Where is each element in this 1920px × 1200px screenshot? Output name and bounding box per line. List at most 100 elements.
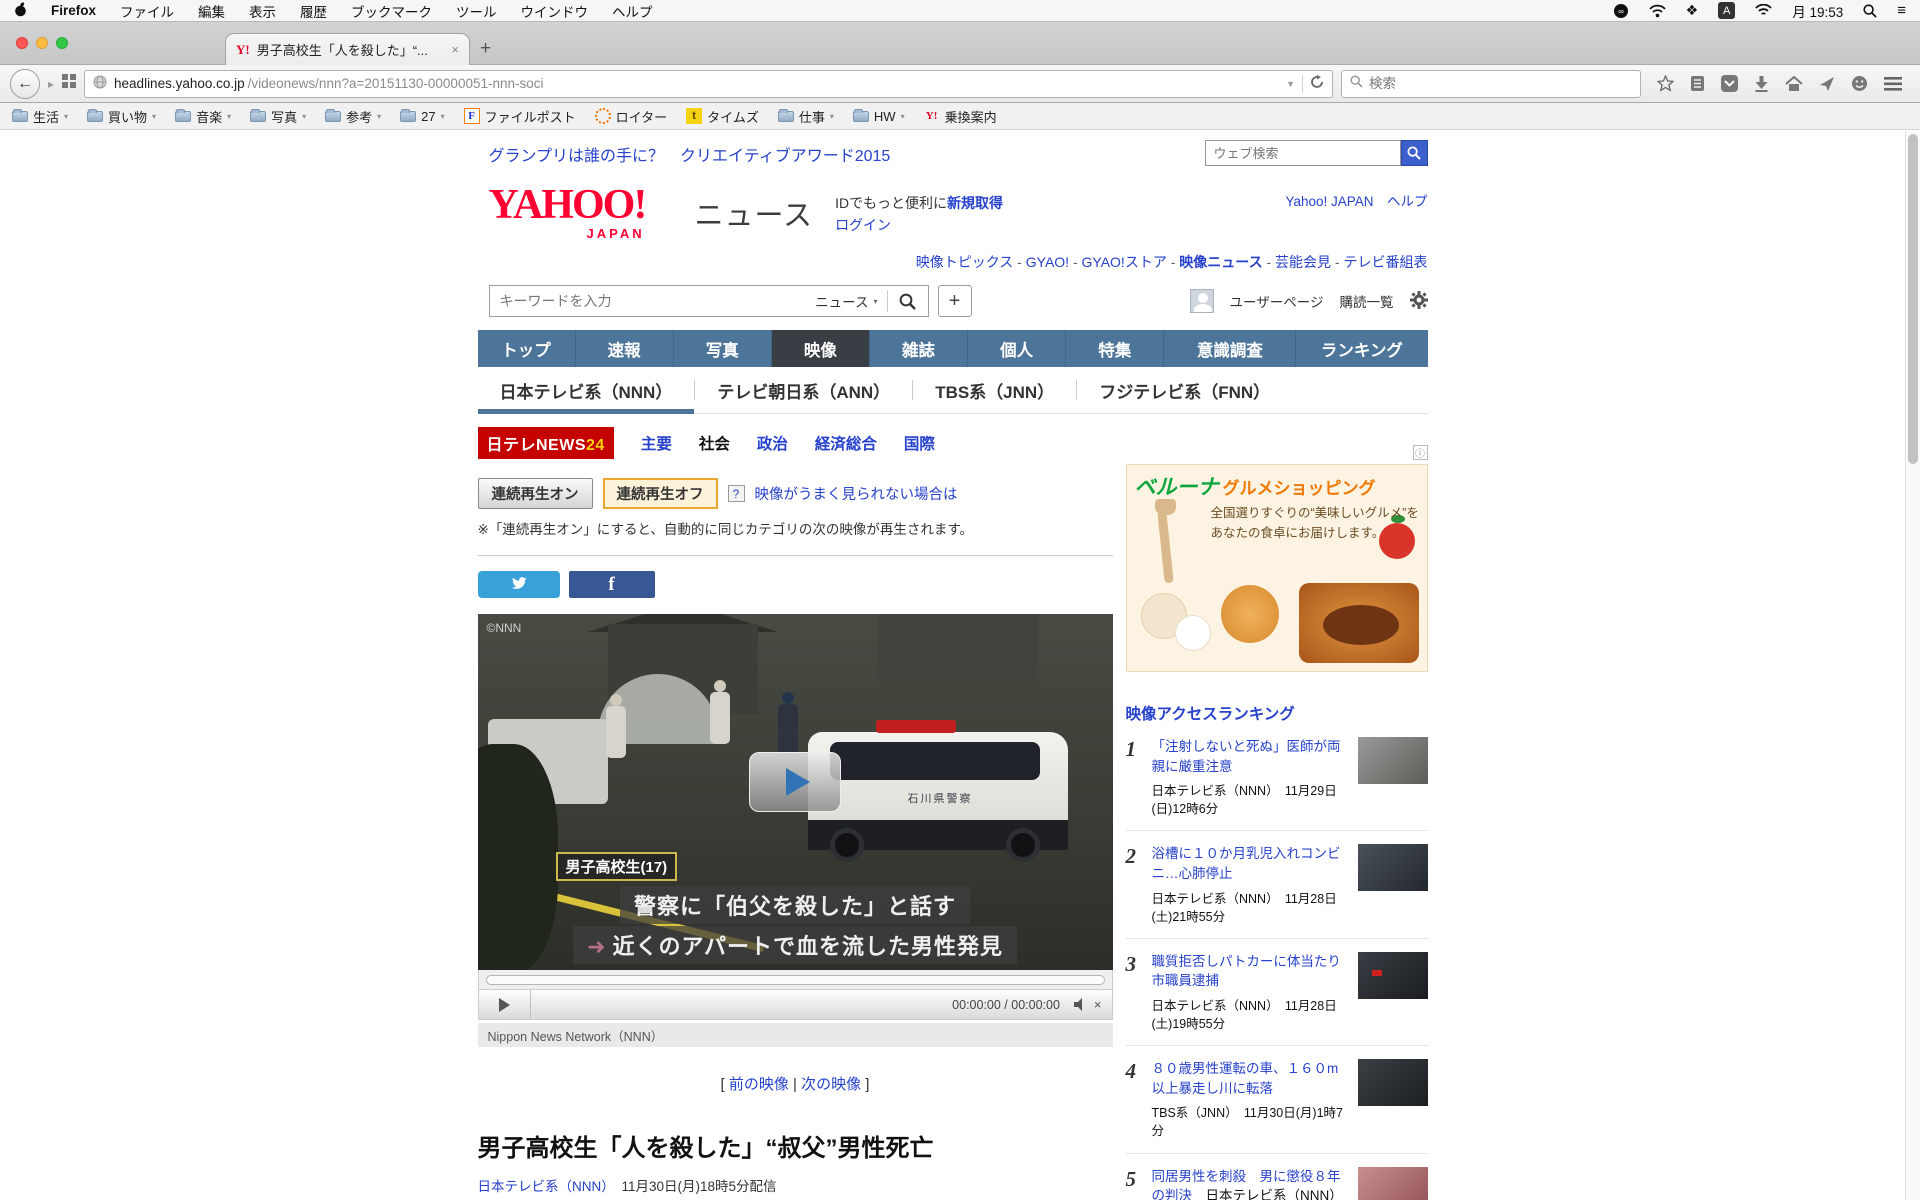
nav-tab-tokushu[interactable]: 特集 [1065,330,1163,367]
page-scrollbar[interactable] [1905,131,1920,1200]
bookmark-filepost[interactable]: F ファイルポスト [463,107,576,126]
yahoo-logo[interactable]: YAHOO! JAPAN [489,184,689,241]
ranking-title-link[interactable]: 「注射しないと死ぬ」医師が両親に厳重注意 [1152,739,1341,774]
menu-icon[interactable] [1884,76,1902,91]
notification-center-icon[interactable]: ≡ [1897,2,1906,19]
facebook-share-button[interactable]: f [568,571,655,598]
menu-bookmarks[interactable]: ブックマーク [351,1,432,21]
yahoo-japan-link[interactable]: Yahoo! JAPAN [1285,194,1373,209]
bookmark-folder-work[interactable]: 仕事 ▾ [777,107,834,126]
bookmark-reuters[interactable]: ロイター [594,107,667,126]
nav-tab-ishiki-chosa[interactable]: 意識調査 [1163,330,1295,367]
forward-button[interactable]: ▸ [48,77,54,91]
keyword-input[interactable] [489,293,807,309]
ad-info-icon[interactable]: ⓘ [1412,445,1428,460]
url-bar[interactable]: headlines.yahoo.co.jp/videonews/nnn?a=20… [84,69,1333,98]
web-search-input[interactable] [1204,140,1401,166]
help-link[interactable]: ヘルプ [1387,194,1428,209]
ranking-thumbnail[interactable] [1357,1059,1428,1107]
signup-link[interactable]: 新規取得 [947,195,1003,211]
continuous-play-on-button[interactable]: 連続再生オン [477,478,593,509]
player-mute-icon[interactable]: × [1094,997,1102,1012]
search-scope-dropdown[interactable]: ニュース ▾ [806,291,886,311]
minimize-window-button[interactable] [36,37,48,49]
creative-cloud-icon[interactable]: ∞ [1613,3,1629,19]
ranking-thumbnail[interactable] [1357,1166,1428,1200]
menu-tools[interactable]: ツール [456,1,497,21]
service-link-geino[interactable]: 芸能会見 [1275,254,1331,270]
bookmark-folder-hw[interactable]: HW ▾ [852,108,905,124]
nav-tab-magazine[interactable]: 雑誌 [868,330,967,367]
nav-tab-kojin[interactable]: 個人 [967,330,1065,367]
bookmark-folder-reference[interactable]: 参考 ▾ [325,107,381,126]
category-economy[interactable]: 経済総合 [815,432,877,454]
browser-search-box[interactable] [1341,69,1641,98]
bookmark-folder-photo[interactable]: 写真 ▾ [250,107,306,126]
ranking-thumbnail[interactable] [1357,737,1428,784]
browser-tab[interactable]: Y! 男子高校生「人を殺した」“... × [225,33,470,65]
network-tab-jnn[interactable]: TBS系（JNN） [913,367,1076,413]
player-play-button[interactable] [479,990,531,1019]
wifi-icon[interactable] [1755,4,1772,17]
service-link-topics[interactable]: 映像トピックス [916,254,1014,270]
nav-tab-sokuho[interactable]: 速報 [574,330,673,367]
browser-search-input[interactable] [1369,76,1632,91]
service-link-video-news[interactable]: 映像ニュース [1179,254,1262,270]
menu-firefox[interactable]: Firefox [51,3,96,18]
scrollbar-thumb[interactable] [1908,134,1918,464]
question-icon[interactable]: ? [727,485,745,502]
bookmark-times[interactable]: t タイムズ [686,107,759,126]
service-link-tv-guide[interactable]: テレビ番組表 [1344,254,1428,270]
category-international[interactable]: 国際 [904,432,935,454]
nav-tab-ranking[interactable]: ランキング [1295,330,1427,367]
ntv-news24-logo[interactable]: 日テレNEWS24 [477,427,614,459]
nav-tab-top[interactable]: トップ [478,330,575,367]
web-search-button[interactable] [1400,140,1428,166]
reload-icon[interactable] [1310,75,1324,92]
play-button-overlay[interactable] [749,752,841,812]
downloads-icon[interactable] [1754,75,1769,92]
bookmark-folder-27[interactable]: 27 ▾ [400,108,445,124]
input-source-icon[interactable]: A [1718,2,1736,19]
network-tab-nnn[interactable]: 日本テレビ系（NNN） [477,367,695,414]
wifi-transfer-icon[interactable] [1648,4,1666,18]
category-society[interactable]: 社会 [699,432,730,454]
category-main[interactable]: 主要 [641,432,672,454]
service-link-gyao[interactable]: GYAO! [1026,254,1069,270]
ranking-thumbnail[interactable] [1357,844,1428,892]
ranking-item[interactable]: 1 「注射しないと死ぬ」医師が両親に厳重注意 日本テレビ系（NNN） 11月29… [1125,737,1428,832]
bookmark-folder-shopping[interactable]: 買い物 ▾ [87,107,156,126]
zoom-window-button[interactable] [56,37,68,49]
bookmark-star-icon[interactable] [1657,75,1674,92]
ranking-title-link[interactable]: ８０歳男性運転の車、１６０m以上暴走し川に転落 [1152,1061,1339,1096]
progress-track[interactable] [485,974,1105,985]
ranking-item[interactable]: 4 ８０歳男性運転の車、１６０m以上暴走し川に転落 TBS系（JNN） 11月3… [1125,1059,1428,1154]
new-tab-button[interactable]: + [480,38,491,60]
send-tab-icon[interactable] [1819,76,1835,92]
playback-help-link[interactable]: 映像がうまく見られない場合は [755,483,958,504]
bookmark-folder-life[interactable]: 生活 ▾ [12,107,68,126]
nav-tab-video[interactable]: 映像 [770,330,869,367]
home-icon[interactable] [1785,75,1803,92]
ranking-item[interactable]: 3 職質拒否しパトカーに体当たり 市職員逮捕 日本テレビ系（NNN） 11月28… [1125,951,1428,1047]
subscriptions-link[interactable]: 購読一覧 [1340,291,1394,311]
tiles-icon[interactable] [62,74,77,93]
ranking-thumbnail[interactable] [1357,951,1428,999]
video-player[interactable]: ©NNN 石川県警察 男子高校生(17) 警察に「伯父を殺した」と話す ➜ 近く… [477,614,1113,970]
dropbox-icon[interactable]: ❖ [1686,2,1699,19]
ranking-title-link[interactable]: 浴槽に１０か月乳児入れコンビニ…心肺停止 [1152,846,1341,881]
article-source-link[interactable]: 日本テレビ系（NNN） [478,1179,609,1194]
reading-list-icon[interactable] [1690,75,1705,92]
pocket-icon[interactable] [1721,75,1738,92]
gear-icon[interactable] [1409,290,1428,312]
bookmark-transit[interactable]: Y! 乗換案内 [924,107,997,126]
ranking-item[interactable]: 2 浴槽に１０か月乳児入れコンビニ…心肺停止 日本テレビ系（NNN） 11月28… [1125,844,1428,939]
ranking-item[interactable]: 5 同居男性を刺殺 男に懲役８年の判決 日本テレビ系（NNN） 11月27日(金… [1126,1166,1428,1200]
prev-video-link[interactable]: 前の映像 [729,1076,789,1093]
video-progress-bar[interactable] [477,970,1113,990]
menu-edit[interactable]: 編集 [198,1,225,21]
network-tab-fnn[interactable]: フジテレビ系（FNN） [1077,367,1292,413]
service-link-gyao-store[interactable]: GYAO!ストア [1082,254,1167,270]
network-tab-ann[interactable]: テレビ朝日系（ANN） [695,367,912,413]
keyword-search-box[interactable]: ニュース▾ [488,285,929,317]
